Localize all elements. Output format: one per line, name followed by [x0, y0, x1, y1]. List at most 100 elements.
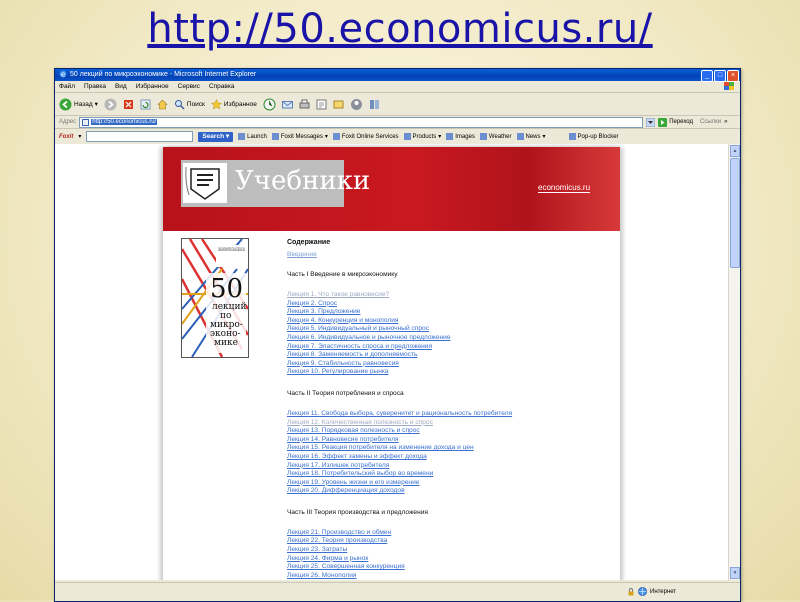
favorites-button[interactable]: Избранное: [210, 98, 257, 110]
part-title: Часть I Введение в микроэкономику: [287, 271, 398, 278]
address-dropdown-icon[interactable]: [646, 117, 656, 127]
menu-help[interactable]: Справка: [209, 81, 235, 92]
lecture-link[interactable]: Лекция 13. Порядковая полезность и спрос: [287, 427, 587, 436]
foxit-images[interactable]: Images: [446, 133, 475, 140]
vertical-scrollbar[interactable]: ▲ ▼: [728, 144, 740, 580]
menu-edit[interactable]: Правка: [84, 81, 106, 92]
foxit-products-label: Products: [412, 133, 437, 140]
menu-bar: Файл Правка Вид Избранное Сервис Справка: [55, 81, 740, 93]
back-dropdown-icon[interactable]: ▾: [95, 100, 98, 108]
menu-tools[interactable]: Сервис: [178, 81, 200, 92]
lecture-link[interactable]: Лекция 23. Затраты: [287, 546, 587, 555]
messenger-icon[interactable]: [350, 98, 363, 111]
lecture-link[interactable]: Лекция 2. Спрос: [287, 300, 587, 309]
images-icon: [446, 133, 454, 140]
foxit-news[interactable]: News ▾: [516, 133, 546, 140]
foxit-online-services[interactable]: Foxit Online Services: [332, 133, 399, 140]
history-icon[interactable]: [263, 98, 276, 111]
book-cover-art: ЭКОНОМИЧЕСКАЯ ШКОЛА 50 лекций по микро- …: [180, 238, 250, 358]
lecture-link[interactable]: Лекция 3. Предложение: [287, 308, 587, 317]
site-banner: Учебники economicus.ru: [163, 147, 620, 231]
back-label: Назад: [74, 100, 93, 108]
slide-url-heading[interactable]: http://50.economicus.ru/: [0, 6, 800, 52]
windows-logo-icon: [724, 82, 734, 90]
lecture-link[interactable]: Лекция 10. Регулирование рынка: [287, 368, 587, 377]
foxit-messages[interactable]: Foxit Messages ▾: [271, 133, 328, 140]
home-icon[interactable]: [157, 99, 168, 110]
print-icon[interactable]: [299, 99, 310, 110]
lecture-link[interactable]: Лекция 1. Что такое равновесие?: [287, 291, 587, 300]
messages-icon: [271, 133, 279, 140]
zone-label: Интернет: [650, 588, 677, 595]
lecture-link[interactable]: Лекция 11. Свобода выбора, суверенитет и…: [287, 410, 587, 419]
lecture-link[interactable]: Лекция 21. Производство и обмен: [287, 529, 587, 538]
address-input[interactable]: http://50.economicus.ru/: [79, 116, 644, 128]
security-zone: Интернет: [627, 587, 676, 596]
page-viewport: Учебники economicus.ru ЭКОНОМИЧЕСКАЯ ШКО…: [55, 144, 728, 580]
lecture-link[interactable]: Лекция 26. Монополия: [287, 572, 587, 580]
research-icon[interactable]: [369, 99, 380, 110]
ie-icon: e: [59, 70, 67, 78]
title-bar: e 50 лекций по микроэкономике - Microsoft…: [55, 69, 740, 82]
lecture-link[interactable]: Лекция 17. Излишек потребителя: [287, 462, 587, 471]
part-title: Часть III Теория производства и предложе…: [287, 508, 428, 516]
scroll-up-arrow-icon[interactable]: ▲: [730, 145, 740, 157]
lecture-link[interactable]: Лекция 24. Фирма и рынок: [287, 555, 587, 564]
site-logo[interactable]: Учебники: [181, 160, 370, 207]
stop-icon[interactable]: [123, 99, 134, 110]
lecture-link[interactable]: Лекция 6. Индивидуальное и рыночное пред…: [287, 334, 587, 343]
foxit-messages-label: Foxit Messages: [280, 133, 323, 140]
refresh-icon[interactable]: [140, 99, 151, 110]
foxit-weather[interactable]: Weather: [479, 133, 512, 140]
lecture-link[interactable]: Лекция 19. Уровень жизни и его измерение: [287, 479, 587, 488]
svg-text:e: e: [61, 71, 65, 79]
favorites-label: Избранное: [223, 100, 257, 108]
banner-nav-link[interactable]: economicus.ru: [538, 183, 591, 193]
menu-file[interactable]: Файл: [59, 81, 75, 92]
lecture-link[interactable]: Лекция 20. Дифференциация доходов: [287, 487, 587, 496]
links-label[interactable]: Ссылки: [700, 119, 721, 125]
edit-icon[interactable]: [316, 99, 327, 110]
standard-toolbar: Назад ▾ Поиск Избранное: [55, 93, 740, 116]
menu-view[interactable]: Вид: [115, 81, 127, 92]
foxit-launch[interactable]: Launch: [238, 133, 267, 140]
foxit-dropdown-icon[interactable]: ▾: [78, 133, 81, 140]
online-services-icon: [332, 133, 340, 140]
part-title: Часть II Теория потребления и спроса: [287, 389, 404, 397]
launch-icon: [238, 133, 246, 140]
foxit-search-input[interactable]: [86, 131, 194, 142]
foxit-popup-blocker-label: Pop-up Blocker: [577, 133, 619, 140]
scrollbar-thumb[interactable]: [730, 158, 740, 268]
lecture-link[interactable]: Лекция 16. Эффект замены и эффект дохода: [287, 453, 587, 462]
foxit-popup-blocker[interactable]: Pop-up Blocker: [568, 133, 619, 140]
menu-favorites[interactable]: Избранное: [136, 81, 169, 92]
scroll-down-arrow-icon[interactable]: ▼: [730, 567, 740, 579]
lecture-link[interactable]: Лекция 12. Количественная полезность и с…: [287, 419, 587, 428]
lecture-link[interactable]: Лекция 8. Заменяемость и дополняемость: [287, 351, 587, 360]
intro-link[interactable]: Введение: [287, 251, 587, 258]
lecture-link[interactable]: Лекция 18. Потребительский выбор во врем…: [287, 470, 587, 479]
lecture-link[interactable]: Лекция 25. Совершенная конкуренция: [287, 563, 587, 572]
foxit-news-label: News: [525, 133, 541, 140]
go-button[interactable]: Переход: [658, 117, 693, 127]
mail-icon[interactable]: [281, 99, 293, 110]
folder-icon[interactable]: [333, 99, 344, 110]
lecture-link[interactable]: Лекция 5. Индивидуальный и рыночный спро…: [287, 325, 587, 334]
table-of-contents: Содержание Введение Часть I Введение в м…: [287, 239, 587, 580]
foxit-launch-label: Launch: [247, 133, 267, 140]
address-bar: Адрес http://50.economicus.ru/ Переход С…: [55, 116, 740, 129]
lecture-link[interactable]: Лекция 9. Стабильность равновесия: [287, 360, 587, 369]
popup-blocker-icon: [568, 133, 576, 140]
back-button[interactable]: Назад ▾: [59, 98, 98, 111]
lecture-link[interactable]: Лекция 22. Теория производства: [287, 537, 587, 546]
forward-arrow-icon[interactable]: [104, 98, 117, 111]
foxit-search-button[interactable]: Search ▾: [198, 131, 234, 142]
links-chevron-icon[interactable]: »: [724, 119, 727, 125]
browser-window: e 50 лекций по микроэкономике - Microsoft…: [54, 68, 741, 602]
lecture-link[interactable]: Лекция 7. Эластичность спроса и предложе…: [287, 343, 587, 352]
lecture-link[interactable]: Лекция 15. Реакция потребителя на измене…: [287, 444, 587, 453]
foxit-logo[interactable]: Foxit: [59, 134, 73, 140]
foxit-products[interactable]: Products ▾: [403, 133, 441, 140]
search-button[interactable]: Поиск: [174, 99, 205, 110]
search-icon: [174, 99, 185, 110]
